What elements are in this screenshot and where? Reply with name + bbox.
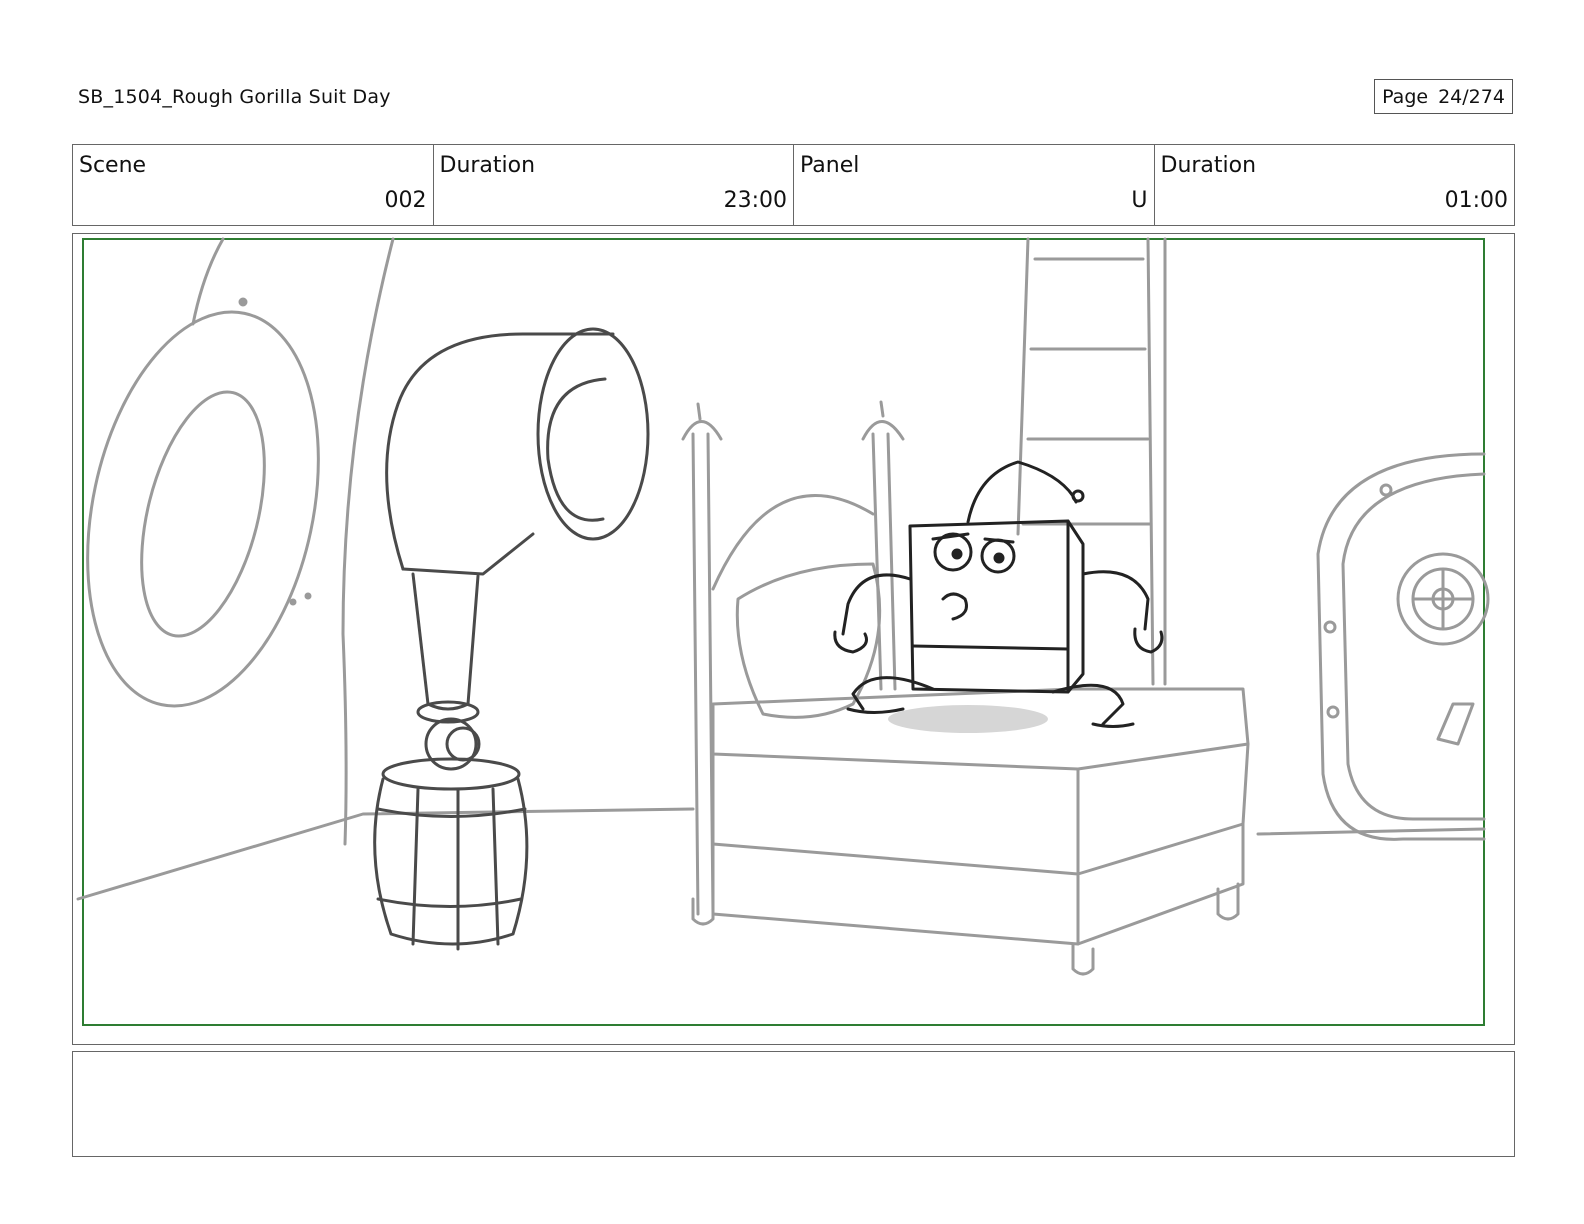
scene-info-table: Scene 002 Duration 23:00 Panel U Duratio… [72, 144, 1515, 226]
storyboard-panel [72, 233, 1515, 1045]
ladder-rail-right [1146, 237, 1155, 686]
scene-value: 002 [384, 188, 427, 213]
clock-icon [424, 717, 478, 771]
scene-label: Scene [79, 153, 147, 178]
panel-duration-value: 01:00 [1444, 188, 1508, 213]
storyboard-drawing [76, 237, 1490, 1026]
page-indicator: Page 24/274 [1374, 79, 1513, 114]
scene-duration-value: 23:00 [723, 188, 787, 213]
bedpost-left [691, 432, 700, 916]
character-leg-left [851, 676, 935, 711]
panel-notes-box[interactable] [72, 1051, 1515, 1157]
document-title: SB_1504_Rough Gorilla Suit Day [78, 86, 391, 108]
page-number: 24/274 [1438, 85, 1505, 108]
ladder-rail-left [1016, 237, 1030, 536]
floor-line-left [76, 807, 695, 901]
vault-door [1316, 452, 1486, 841]
barrel [373, 777, 529, 946]
page-label: Page [1382, 85, 1429, 108]
panel-duration-label: Duration [1160, 153, 1257, 178]
wall-curve-left [341, 237, 395, 846]
panel-label: Panel [800, 153, 860, 178]
panel-cell: Panel U [794, 145, 1155, 225]
wall-edge [191, 237, 225, 326]
panel-value: U [1131, 188, 1148, 213]
speaking-tube [385, 332, 615, 571]
floor-line-right [1256, 827, 1486, 836]
speaking-tube-mouth [536, 327, 650, 541]
character-arm-right [1081, 570, 1150, 631]
porthole-inner [140, 390, 266, 638]
porthole-outer [86, 310, 320, 708]
safe-frame [82, 238, 1485, 1026]
scene-duration-cell: Duration 23:00 [434, 145, 794, 225]
nightcap [966, 460, 1078, 524]
panel-duration-cell: Duration 01:00 [1155, 145, 1515, 225]
scene-duration-label: Duration [439, 153, 536, 178]
scene-cell: Scene 002 [73, 145, 434, 225]
